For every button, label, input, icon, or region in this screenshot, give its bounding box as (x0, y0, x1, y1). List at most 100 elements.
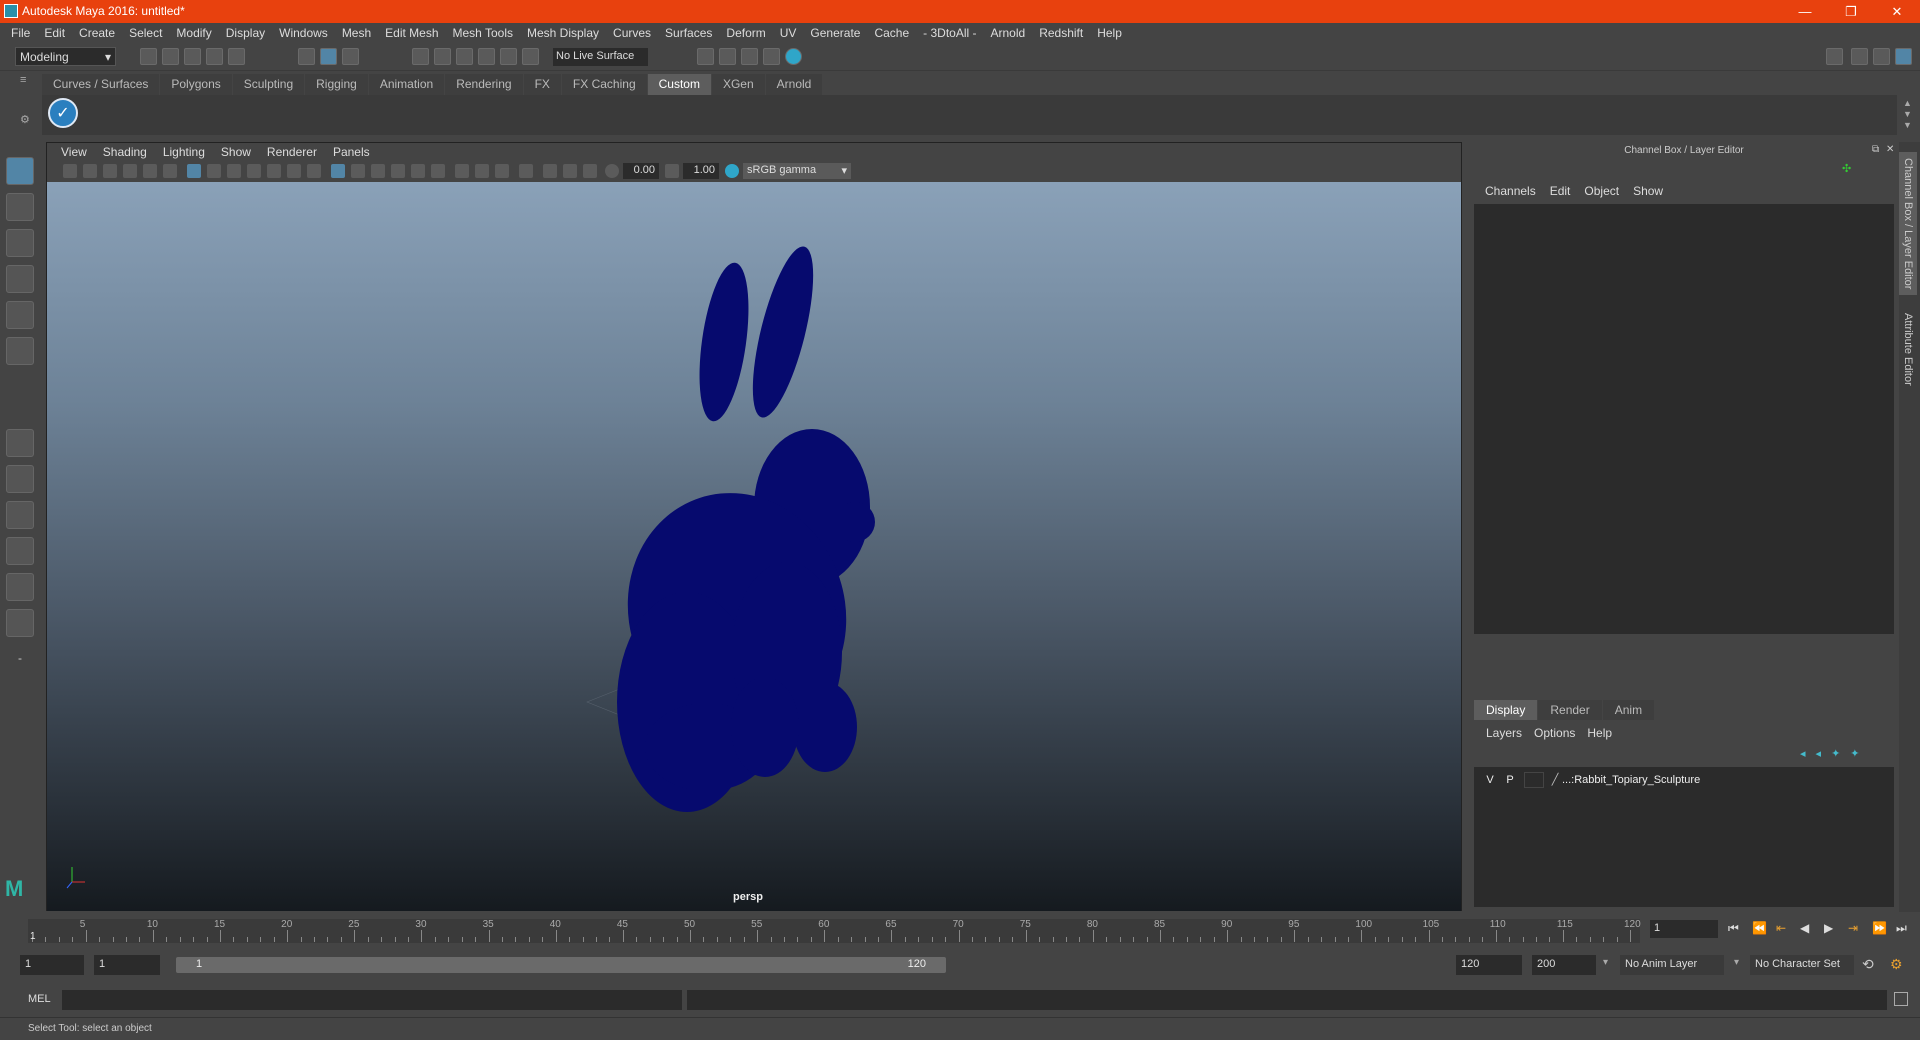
redo-icon[interactable] (228, 48, 245, 65)
menu-curves[interactable]: Curves (606, 26, 658, 40)
tab-layer-render[interactable]: Render (1538, 700, 1602, 720)
channel-menu-edit[interactable]: Edit (1543, 184, 1578, 198)
menu-mesh-tools[interactable]: Mesh Tools (446, 26, 520, 40)
layer-color-icon[interactable]: ╱ (1548, 772, 1562, 788)
menu-uv[interactable]: UV (773, 26, 804, 40)
anim-prefs-icon[interactable]: ⚙ (1890, 956, 1903, 973)
render-view-icon[interactable] (697, 48, 714, 65)
auto-key-icon[interactable]: ⟲ (1862, 956, 1874, 973)
make-live-icon[interactable] (522, 48, 539, 65)
viewport-menu-lighting[interactable]: Lighting (155, 145, 213, 159)
mode-selector[interactable]: Modeling ▾ (15, 47, 116, 66)
layer-menu-layers[interactable]: Layers (1480, 726, 1528, 740)
viewport-menu-show[interactable]: Show (213, 145, 259, 159)
menu-file[interactable]: File (4, 26, 37, 40)
menu-create[interactable]: Create (72, 26, 122, 40)
layer-row[interactable]: V P ╱ ...:Rabbit_Topiary_Sculpture (1474, 771, 1894, 789)
menu-3dtoall[interactable]: - 3DtoAll - (916, 26, 983, 40)
chevron-down-icon[interactable]: ▾ (1603, 957, 1608, 968)
gamma-field[interactable]: 1.00 (683, 163, 719, 179)
viewport-menu-shading[interactable]: Shading (95, 145, 155, 159)
four-view-layout-icon[interactable] (6, 465, 34, 493)
color-management-icon[interactable] (725, 164, 739, 178)
rotate-tool-icon[interactable] (6, 301, 34, 329)
tab-fx-caching[interactable]: FX Caching (561, 74, 647, 95)
grease-pencil-icon[interactable] (163, 164, 177, 178)
shelf-settings-icon[interactable]: ⚙ (20, 113, 32, 127)
lasso-tool-icon[interactable] (6, 193, 34, 221)
screen-space-ao-icon[interactable] (455, 164, 469, 178)
menu-mesh[interactable]: Mesh (335, 26, 378, 40)
channel-menu-channels[interactable]: Channels (1478, 184, 1543, 198)
use-all-lights-icon[interactable] (411, 164, 425, 178)
play-backwards-icon[interactable]: ◀ (1800, 921, 1809, 935)
safe-action-icon[interactable] (287, 164, 301, 178)
tab-layer-display[interactable]: Display (1474, 700, 1538, 720)
select-tool-icon[interactable] (6, 157, 34, 185)
new-layer-selected-icon[interactable]: ✦ (1850, 747, 1859, 763)
play-forwards-icon[interactable]: ▶ (1824, 921, 1833, 935)
playback-start-field[interactable]: 1 (94, 955, 160, 975)
tab-layer-anim[interactable]: Anim (1602, 700, 1655, 720)
snap-curve-icon[interactable] (434, 48, 451, 65)
playback-end-field[interactable]: 120 (1456, 955, 1522, 975)
select-hierarchy-icon[interactable] (298, 48, 315, 65)
tab-rendering[interactable]: Rendering (445, 74, 523, 95)
viewport-menu-panels[interactable]: Panels (325, 145, 378, 159)
step-back-icon[interactable]: ⏪ (1752, 921, 1767, 935)
snap-grid-icon[interactable] (412, 48, 429, 65)
move-tool-icon[interactable] (6, 265, 34, 293)
smooth-shade-icon[interactable] (351, 164, 365, 178)
exposure-field[interactable]: 0.00 (623, 163, 659, 179)
tool-settings-icon[interactable] (1873, 48, 1890, 65)
tab-xgen[interactable]: XGen (711, 74, 765, 95)
animation-start-field[interactable]: 1 (20, 955, 84, 975)
menu-display[interactable]: Display (219, 26, 272, 40)
open-scene-icon[interactable] (162, 48, 179, 65)
float-panel-icon[interactable]: ⧉ (1872, 144, 1879, 155)
camera-attributes-icon[interactable] (83, 164, 97, 178)
anim-layer-dropdown[interactable]: No Anim Layer (1620, 955, 1724, 975)
tab-animation[interactable]: Animation (368, 74, 445, 95)
channel-menu-show[interactable]: Show (1626, 184, 1670, 198)
ipr-render-icon[interactable] (741, 48, 758, 65)
shelf-menu-icon[interactable]: ≡ (20, 74, 32, 88)
tab-curves-surfaces[interactable]: Curves / Surfaces (42, 74, 160, 95)
script-language-label[interactable]: MEL (28, 993, 51, 1005)
go-to-start-icon[interactable]: ⏮ (1728, 921, 1739, 936)
layer-playback-toggle[interactable]: P (1500, 772, 1520, 788)
menu-redshift[interactable]: Redshift (1032, 26, 1090, 40)
step-back-key-icon[interactable]: ⇤ (1776, 921, 1786, 935)
restore-button[interactable]: ❐ (1828, 0, 1874, 23)
menu-help[interactable]: Help (1090, 26, 1129, 40)
scale-tool-icon[interactable] (6, 337, 34, 365)
range-bar[interactable]: 1 120 (176, 957, 946, 973)
attribute-editor-toggle-icon[interactable] (1851, 48, 1868, 65)
persp-hypershade-layout-icon[interactable] (6, 573, 34, 601)
channel-menu-object[interactable]: Object (1577, 184, 1626, 198)
select-component-icon[interactable] (342, 48, 359, 65)
perspective-view[interactable]: persp (47, 182, 1461, 911)
menu-edit[interactable]: Edit (37, 26, 72, 40)
script-editor-icon[interactable] (1894, 992, 1908, 1006)
menu-surfaces[interactable]: Surfaces (658, 26, 719, 40)
anti-aliasing-icon[interactable] (495, 164, 509, 178)
menu-windows[interactable]: Windows (272, 26, 335, 40)
chevron-down-icon[interactable]: ▾ (1734, 957, 1739, 968)
tab-attribute-editor[interactable]: Attribute Editor (1899, 307, 1917, 392)
snap-point-icon[interactable] (456, 48, 473, 65)
motion-blur-icon[interactable] (475, 164, 489, 178)
menu-arnold[interactable]: Arnold (984, 26, 1033, 40)
single-perspective-layout-icon[interactable] (6, 429, 34, 457)
layer-menu-help[interactable]: Help (1581, 726, 1618, 740)
outliner-layout-icon[interactable] (6, 609, 34, 637)
menu-select[interactable]: Select (122, 26, 169, 40)
textured-icon[interactable] (391, 164, 405, 178)
persp-outliner-layout-icon[interactable] (6, 501, 34, 529)
menu-cache[interactable]: Cache (867, 26, 916, 40)
bookmark-icon[interactable] (103, 164, 117, 178)
modeling-toolkit-icon[interactable] (1826, 48, 1843, 65)
minimize-button[interactable]: — (1782, 0, 1828, 23)
camera-select-icon[interactable] (63, 164, 77, 178)
manipulator-icon[interactable]: ✣ (1842, 162, 1854, 175)
